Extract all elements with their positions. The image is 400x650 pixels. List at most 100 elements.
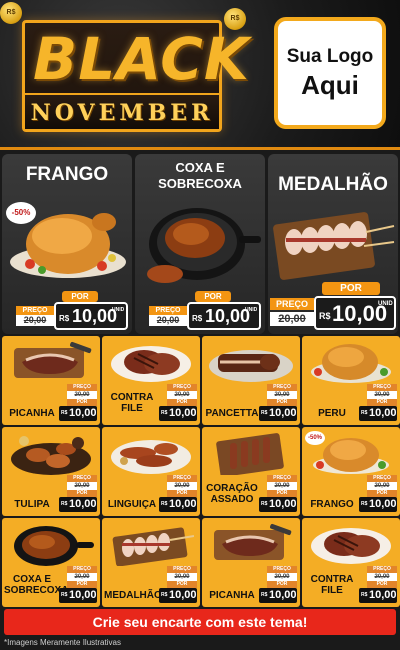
product-grid: PICANHA PREÇO 20,00 POR R$ 10,00 CONTRA FILE PRE… [0,336,400,608]
product-card[interactable]: PERU PREÇO 20,00 POR R$ 10,00 [302,336,400,425]
new-price: R$ 10,00 [359,497,397,512]
price-box: R$ 10,00 UNID [187,302,261,330]
product-name: LINGUIÇA [107,499,157,510]
old-price: 20,00 [367,573,397,581]
black-november-title: BLACK NOVEMBER [22,20,250,132]
product-image [112,527,194,566]
old-price: 20,00 [67,391,97,399]
preco-label: PREÇO [167,566,197,573]
por-label: POR [267,581,297,588]
medalhao-skewers-image [273,212,395,280]
old-price: 20,00 [267,391,297,399]
preco-label: PREÇO [267,384,297,391]
product-image [311,528,391,564]
product-card[interactable]: CONTRA FILE PREÇO 20,00 POR R$ 10,00 [302,518,400,607]
product-card[interactable]: CONTRA FILE PREÇO 20,00 POR R$ 10,00 [102,336,200,425]
old-price: 20,00 [67,482,97,490]
new-price: R$ 10,00 [359,588,397,603]
por-label: POR [267,490,297,497]
product-card[interactable]: COXA E SOBRECOXA PREÇO 20,00 POR R$ 10,00 [2,518,100,607]
preco-label: PREÇO [16,306,54,315]
new-price: R$ 10,00 [159,588,197,603]
logo-line-1: Sua Logo [286,45,374,67]
discount-badge: -50% [6,202,36,224]
por-label: POR [195,291,231,302]
title-november: NOVEMBER [30,100,214,126]
discount-badge: -50% [305,431,325,445]
product-image [111,346,191,382]
product-name: MEDALHÃO [104,590,162,601]
preco-label: PREÇO [270,298,314,310]
por-label: POR [167,581,197,588]
preco-label: PREÇO [67,475,97,482]
new-price: R$ 10,00 [259,497,297,512]
title-november-bar: NOVEMBER [25,93,219,129]
por-label: POR [322,282,380,295]
new-price: R$ 10,00 [59,406,97,421]
featured-title: COXA E SOBRECOXA [158,160,242,191]
por-label: POR [167,399,197,406]
por-label: POR [62,291,98,302]
product-image [214,523,292,560]
new-price: R$ 10,00 [59,497,97,512]
title-black: BLACK [33,25,250,93]
old-price: 20,00 [367,391,397,399]
product-card[interactable]: TULIPA PREÇO 20,00 POR R$ 10,00 [2,427,100,516]
featured-title: MEDALHÃO [278,174,388,195]
por-label: POR [67,490,97,497]
product-name: TULIPA [14,499,50,510]
product-name: PICANHA [9,408,55,419]
featured-card-medalhao[interactable]: MEDALHÃO POR PREÇO 20,00 R$ 10,00 UNID [268,154,398,334]
new-price: R$ 10,00 [259,406,297,421]
product-card[interactable]: PICANHA PREÇO 20,00 POR R$ 10,00 [2,336,100,425]
featured-card-frango[interactable]: FRANGO -50% POR PREÇO 20,00 R$ 10,00 UNI… [2,154,132,334]
preco-label: PREÇO [167,475,197,482]
old-price: 20,00 [167,391,197,399]
preco-label: PREÇO [149,306,187,315]
create-flyer-button[interactable]: Crie seu encarte com este tema! [4,609,396,635]
product-image [14,341,92,378]
product-name: PANCETTA [205,408,259,419]
product-name: PICANHA [209,590,255,601]
product-name: FRANGO [310,499,354,510]
preco-label: PREÇO [267,475,297,482]
price-box: R$ 10,00 UNID [314,296,396,330]
new-price: R$ 10,00 [59,588,97,603]
product-card[interactable]: -50% FRANGO PREÇO 20,00 POR R$ 10,00 [302,427,400,516]
new-price: R$ 10,00 [359,406,397,421]
product-card[interactable]: CORAÇÃO ASSADO PREÇO 20,00 POR R$ 10,00 [202,427,300,516]
product-name: PERU [318,408,346,419]
product-card[interactable]: MEDALHÃO PREÇO 20,00 POR R$ 10,00 [102,518,200,607]
featured-title: FRANGO [25,164,109,185]
header-banner: R$ R$ BLACK NOVEMBER Sua Logo Aqui [0,0,400,150]
new-price: R$ 10,00 [259,588,297,603]
product-card[interactable]: LINGUIÇA PREÇO 20,00 POR R$ 10,00 [102,427,200,516]
preco-label: PREÇO [367,566,397,573]
product-card[interactable]: PANCETTA PREÇO 20,00 POR R$ 10,00 [202,336,300,425]
product-image [216,433,284,475]
price-box: R$ 10,00 UNID [54,302,128,330]
logo-placeholder[interactable]: Sua Logo Aqui [274,17,386,129]
old-price: 20,00 [367,482,397,490]
product-image [11,436,91,475]
por-label: POR [367,399,397,406]
product-image [209,350,293,382]
old-price: 20,00 [267,482,297,490]
preco-label: PREÇO [367,384,397,391]
product-image [14,526,94,566]
old-price: 20,00 [67,573,97,581]
logo-line-2: Aqui [301,69,359,100]
preco-label: PREÇO [167,384,197,391]
old-price: 20,00 [267,573,297,581]
product-image [311,344,391,383]
product-name: CONTRA FILE [310,574,354,596]
product-name: CONTRA FILE [110,392,154,414]
product-card[interactable]: PICANHA PREÇO 20,00 POR R$ 10,00 [202,518,300,607]
featured-card-coxa[interactable]: COXA E SOBRECOXA POR PREÇO 20,00 R$ 10,0… [135,154,265,334]
por-label: POR [367,581,397,588]
old-price: 20,00 [16,315,54,326]
old-price: 20,00 [167,482,197,490]
por-label: POR [67,399,97,406]
por-label: POR [267,399,297,406]
product-name: CORAÇÃO ASSADO [206,483,258,505]
